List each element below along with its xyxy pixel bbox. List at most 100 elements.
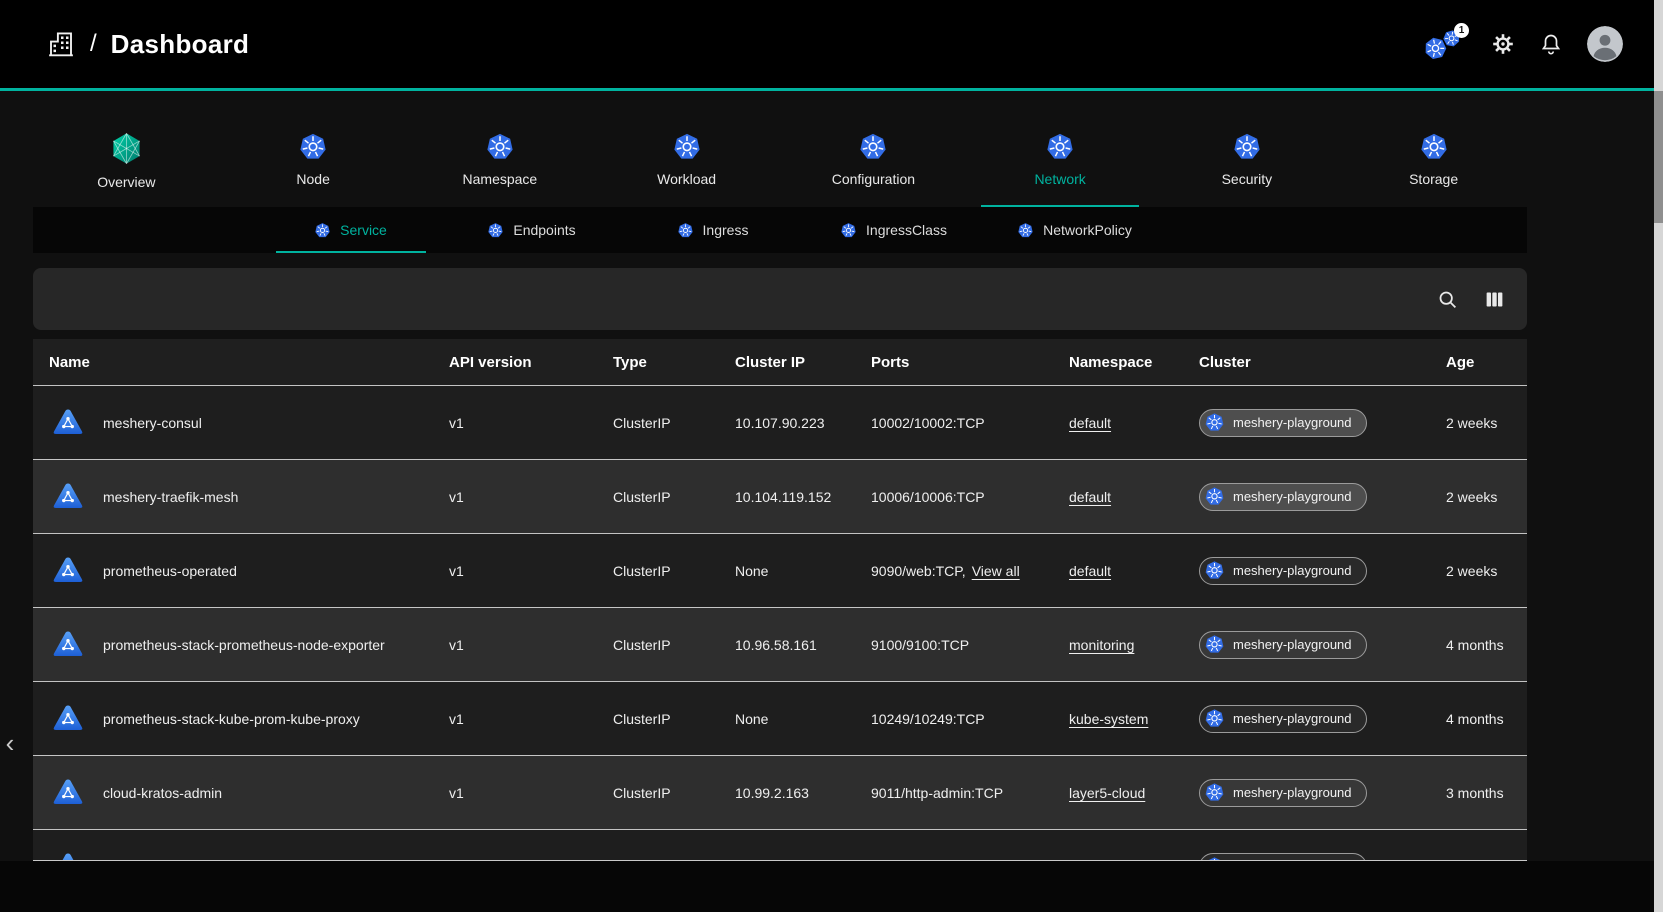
cluster-ip-cell: 10.99.2.163: [719, 785, 855, 801]
namespace-link[interactable]: default: [1069, 489, 1111, 505]
tab-label: Configuration: [832, 171, 915, 187]
cluster-name: meshery-playground: [1233, 637, 1352, 652]
subtab-ingressclass[interactable]: IngressClass: [803, 207, 984, 253]
ports-text: 10249/10249:TCP: [871, 711, 985, 727]
table-body: meshery-consul v1 ClusterIP 10.107.90.22…: [33, 385, 1527, 861]
tab-label: Node: [296, 171, 329, 187]
ports-cell: 10006/10006:TCP: [855, 489, 1053, 505]
tab-workload[interactable]: Workload: [593, 132, 780, 205]
ports-text: 9011/http-admin:TCP: [871, 785, 1003, 801]
cluster-chip[interactable]: meshery-playground: [1199, 705, 1367, 733]
tab-label: Namespace: [463, 171, 538, 187]
namespace-link[interactable]: default: [1069, 563, 1111, 579]
namespace-link[interactable]: layer5-cloud: [1069, 785, 1145, 801]
tab-node[interactable]: Node: [220, 132, 407, 205]
namespace-link[interactable]: kube-system: [1069, 711, 1148, 727]
tab-configuration[interactable]: Configuration: [780, 132, 967, 205]
kubernetes-icon: [1204, 412, 1225, 433]
cluster-ip-cell: None: [719, 711, 855, 727]
ports-cell: 9011/http-admin:TCP: [855, 785, 1053, 801]
ports-text: 9100/9100:TCP: [871, 637, 969, 653]
service-name: prometheus-stack-kube-prom-kube-proxy: [103, 711, 360, 727]
api-version-cell: v1: [433, 785, 597, 801]
service-icon: [49, 406, 87, 440]
subtab-service[interactable]: Service: [260, 207, 441, 253]
scrollbar-track: [1654, 0, 1663, 912]
breadcrumb: / Dashboard: [46, 28, 249, 60]
organization-icon[interactable]: [46, 28, 76, 60]
table-row[interactable]: prometheus-stack-kube-prom-kube-proxy v1…: [33, 681, 1527, 755]
service-name-cell: cloud-kratos-admin: [33, 776, 433, 810]
kubernetes-icon: [1204, 560, 1225, 581]
table-row[interactable]: cloud-kratos-admin v1 ClusterIP 10.99.2.…: [33, 755, 1527, 829]
namespace-link[interactable]: default: [1069, 415, 1111, 431]
tab-network[interactable]: Network: [967, 132, 1154, 205]
cluster-chip[interactable]: meshery-playground: [1199, 409, 1367, 437]
tab-storage[interactable]: Storage: [1340, 132, 1527, 205]
service-name-cell: meshery-consul: [33, 406, 433, 440]
service-icon: [49, 628, 87, 662]
subtab-label: Endpoints: [513, 222, 575, 238]
collapse-drawer-button[interactable]: ‹: [0, 726, 20, 760]
profile-button[interactable]: [1587, 26, 1623, 62]
column-header-age[interactable]: Age: [1430, 354, 1527, 371]
service-name: meshery-traefik-mesh: [103, 489, 238, 505]
cluster-cell: meshery-playground: [1183, 409, 1430, 437]
cluster-cell: meshery-playground: [1183, 557, 1430, 585]
service-name-cell: meshery-traefik-mesh: [33, 480, 433, 514]
view-columns-button[interactable]: [1484, 289, 1505, 310]
search-button[interactable]: [1437, 289, 1458, 310]
type-cell: ClusterIP: [597, 489, 719, 505]
meshery-hexagon-icon: [110, 132, 143, 165]
column-header-cluster-ip[interactable]: Cluster IP: [719, 354, 855, 371]
cluster-chip[interactable]: meshery-playground: [1199, 779, 1367, 807]
namespace-cell: default: [1053, 563, 1183, 579]
kubernetes-clusters-icon: 1: [1423, 25, 1467, 63]
notifications-button[interactable]: [1539, 32, 1563, 56]
view-all-link[interactable]: View all: [972, 563, 1020, 579]
column-header-ports[interactable]: Ports: [855, 354, 1053, 371]
age-cell: 4 months: [1430, 637, 1527, 653]
cluster-chip[interactable]: meshery-playground: [1199, 557, 1367, 585]
cluster-status-button[interactable]: 1: [1423, 25, 1467, 63]
cluster-chip[interactable]: meshery-playground: [1199, 483, 1367, 511]
service-name-cell: prometheus-stack-kube-prom-kube-proxy: [33, 702, 433, 736]
column-header-namespace[interactable]: Namespace: [1053, 354, 1183, 371]
bell-icon: [1539, 32, 1563, 56]
cluster-chip[interactable]: meshery-playground: [1199, 853, 1367, 862]
column-header-cluster[interactable]: Cluster: [1183, 354, 1430, 371]
namespace-link[interactable]: monitoring: [1069, 637, 1134, 653]
table-row[interactable]: meshery-traefik-mesh v1 ClusterIP 10.104…: [33, 459, 1527, 533]
table-row[interactable]: meshery meshery-playground: [33, 829, 1527, 861]
column-header-type[interactable]: Type: [597, 354, 719, 371]
kubernetes-icon: [672, 132, 702, 162]
kubernetes-icon: [1017, 222, 1034, 239]
subtab-endpoints[interactable]: Endpoints: [441, 207, 622, 253]
services-table: Name API version Type Cluster IP Ports N…: [33, 339, 1527, 861]
dashboard-main: Overview Node Namespace Workload Configu…: [33, 132, 1527, 861]
age-cell: 4 months: [1430, 711, 1527, 727]
type-cell: ClusterIP: [597, 711, 719, 727]
table-row[interactable]: prometheus-operated v1 ClusterIP None 90…: [33, 533, 1527, 607]
tab-overview[interactable]: Overview: [33, 132, 220, 205]
subtab-ingress[interactable]: Ingress: [622, 207, 803, 253]
ports-cell: 10249/10249:TCP: [855, 711, 1053, 727]
table-row[interactable]: prometheus-stack-prometheus-node-exporte…: [33, 607, 1527, 681]
table-row[interactable]: meshery-consul v1 ClusterIP 10.107.90.22…: [33, 385, 1527, 459]
subtab-networkpolicy[interactable]: NetworkPolicy: [984, 207, 1165, 253]
type-cell: ClusterIP: [597, 785, 719, 801]
settings-button[interactable]: [1491, 32, 1515, 56]
tab-security[interactable]: Security: [1154, 132, 1341, 205]
column-header-name[interactable]: Name: [33, 354, 433, 371]
age-cell: 2 weeks: [1430, 489, 1527, 505]
kubernetes-icon: [1232, 132, 1262, 162]
api-version-cell: v1: [433, 563, 597, 579]
avatar: [1587, 26, 1623, 62]
column-header-api-version[interactable]: API version: [433, 354, 597, 371]
service-name: cloud-kratos-admin: [103, 785, 222, 801]
cluster-name: meshery-playground: [1233, 563, 1352, 578]
cluster-ip-cell: None: [719, 563, 855, 579]
scrollbar-thumb[interactable]: [1654, 91, 1663, 223]
tab-namespace[interactable]: Namespace: [407, 132, 594, 205]
cluster-chip[interactable]: meshery-playground: [1199, 631, 1367, 659]
